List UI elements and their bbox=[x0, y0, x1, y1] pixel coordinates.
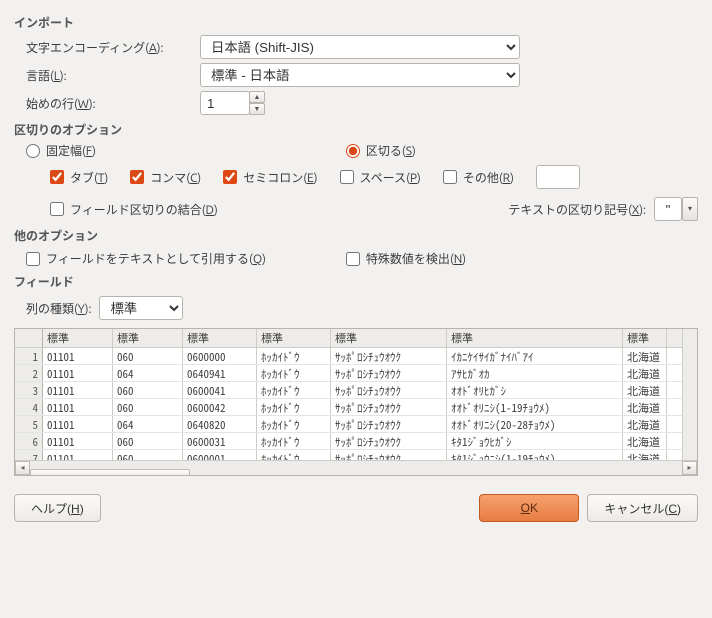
column-header[interactable]: 標準 bbox=[183, 329, 257, 347]
cell[interactable]: 0600000 bbox=[183, 348, 257, 364]
cell[interactable]: ﾎｯｶｲﾄﾞｳ bbox=[257, 399, 331, 415]
column-type-select[interactable]: 標準 bbox=[99, 296, 183, 320]
cell[interactable]: 01101 bbox=[43, 399, 113, 415]
row-number: 6 bbox=[15, 433, 43, 449]
space-checkbox[interactable]: スペース(P) bbox=[340, 169, 421, 186]
cell[interactable]: ﾎｯｶｲﾄﾞｳ bbox=[257, 416, 331, 432]
cell[interactable]: 北海道 bbox=[623, 348, 667, 364]
scroll-left-icon[interactable]: ◂ bbox=[15, 461, 30, 475]
cell[interactable]: 北海道 bbox=[623, 416, 667, 432]
startrow-down[interactable]: ▼ bbox=[249, 103, 265, 115]
merge-delim-checkbox[interactable]: フィールド区切りの結合(D) bbox=[50, 201, 218, 218]
cell[interactable]: ｷﾀ1ｼﾞｮｳﾋｶﾞｼ bbox=[447, 433, 623, 449]
preview-grid[interactable]: 標準標準標準標準標準標準標準 1011010600600000ﾎｯｶｲﾄﾞｳｻｯ… bbox=[14, 328, 698, 476]
help-button[interactable]: ヘルプ(H) bbox=[14, 494, 101, 522]
cell[interactable]: 064 bbox=[113, 416, 183, 432]
table-row[interactable]: 4011010600600042ﾎｯｶｲﾄﾞｳｻｯﾎﾟﾛｼﾁｭｳｵｳｸｵｵﾄﾞｵ… bbox=[15, 399, 697, 416]
row-number: 1 bbox=[15, 348, 43, 364]
table-row[interactable]: 6011010600600031ﾎｯｶｲﾄﾞｳｻｯﾎﾟﾛｼﾁｭｳｵｳｸｷﾀ1ｼﾞ… bbox=[15, 433, 697, 450]
cell[interactable]: ｻｯﾎﾟﾛｼﾁｭｳｵｳｸ bbox=[331, 399, 447, 415]
detect-special-checkbox[interactable]: 特殊数値を検出(N) bbox=[346, 250, 466, 267]
quoted-as-text-checkbox[interactable]: フィールドをテキストとして引用する(Q) bbox=[26, 250, 266, 267]
text-delim-dropdown[interactable]: ▾ bbox=[682, 197, 698, 221]
fixed-width-radio[interactable]: 固定幅(F) bbox=[26, 142, 96, 159]
text-delim-input[interactable] bbox=[654, 197, 682, 221]
cell[interactable]: 060 bbox=[113, 348, 183, 364]
language-select[interactable]: 標準 - 日本語 bbox=[200, 63, 520, 87]
column-header[interactable]: 標準 bbox=[623, 329, 667, 347]
comma-checkbox[interactable]: コンマ(C) bbox=[130, 169, 201, 186]
cell[interactable]: ｵｵﾄﾞｵﾘﾋｶﾞｼ bbox=[447, 382, 623, 398]
cell[interactable]: 060 bbox=[113, 433, 183, 449]
label-textdelim: テキストの区切り記号(X): bbox=[508, 201, 646, 218]
cell[interactable]: ｻｯﾎﾟﾛｼﾁｭｳｵｳｸ bbox=[331, 382, 447, 398]
row-number: 5 bbox=[15, 416, 43, 432]
cell[interactable]: ｱｻﾋｶﾞｵｶ bbox=[447, 365, 623, 381]
cell[interactable]: ｵｵﾄﾞｵﾘﾆｼ(1-19ﾁｮｳﾒ) bbox=[447, 399, 623, 415]
cell[interactable]: 060 bbox=[113, 382, 183, 398]
separated-radio[interactable]: 区切る(S) bbox=[346, 142, 416, 159]
cell[interactable]: ｻｯﾎﾟﾛｼﾁｭｳｵｳｸ bbox=[331, 348, 447, 364]
cell[interactable]: ｻｯﾎﾟﾛｼﾁｭｳｵｳｸ bbox=[331, 365, 447, 381]
scroll-right-icon[interactable]: ▸ bbox=[682, 461, 697, 475]
encoding-select[interactable]: 日本語 (Shift-JIS) bbox=[200, 35, 520, 59]
column-header[interactable]: 標準 bbox=[113, 329, 183, 347]
cell[interactable]: 01101 bbox=[43, 433, 113, 449]
cancel-button[interactable]: キャンセル(C) bbox=[587, 494, 698, 522]
cell[interactable]: 01101 bbox=[43, 416, 113, 432]
section-other: 他のオプション bbox=[14, 227, 698, 244]
column-header[interactable]: 標準 bbox=[447, 329, 623, 347]
section-import: インポート bbox=[14, 14, 698, 31]
label-encoding: 文字エンコーディング(A): bbox=[26, 39, 192, 56]
horizontal-scrollbar[interactable]: ◂ ▸ bbox=[15, 460, 697, 475]
label-startrow: 始めの行(W): bbox=[26, 95, 192, 112]
vertical-scrollbar[interactable] bbox=[682, 329, 697, 460]
startrow-up[interactable]: ▲ bbox=[249, 91, 265, 103]
other-delim-checkbox[interactable]: その他(R) bbox=[443, 169, 514, 186]
cell[interactable]: 北海道 bbox=[623, 382, 667, 398]
scroll-thumb[interactable] bbox=[30, 469, 190, 476]
cell[interactable]: ﾎｯｶｲﾄﾞｳ bbox=[257, 348, 331, 364]
cell[interactable]: 0600031 bbox=[183, 433, 257, 449]
cell[interactable]: ﾎｯｶｲﾄﾞｳ bbox=[257, 365, 331, 381]
cell[interactable]: ﾎｯｶｲﾄﾞｳ bbox=[257, 433, 331, 449]
column-header[interactable]: 標準 bbox=[331, 329, 447, 347]
cell[interactable]: ｲｶﾆｹｲｻｲｶﾞﾅｲﾊﾞｱｲ bbox=[447, 348, 623, 364]
column-header[interactable]: 標準 bbox=[257, 329, 331, 347]
other-delim-input[interactable] bbox=[536, 165, 580, 189]
semicolon-checkbox[interactable]: セミコロン(E) bbox=[223, 169, 317, 186]
cell[interactable]: 0600041 bbox=[183, 382, 257, 398]
table-row[interactable]: 2011010640640941ﾎｯｶｲﾄﾞｳｻｯﾎﾟﾛｼﾁｭｳｵｳｸｱｻﾋｶﾞ… bbox=[15, 365, 697, 382]
row-number: 3 bbox=[15, 382, 43, 398]
cell[interactable]: ｻｯﾎﾟﾛｼﾁｭｳｵｳｸ bbox=[331, 433, 447, 449]
label-language: 言語(L): bbox=[26, 67, 192, 84]
section-fields: フィールド bbox=[14, 273, 698, 290]
cell[interactable]: 064 bbox=[113, 365, 183, 381]
cell[interactable]: 北海道 bbox=[623, 399, 667, 415]
cell[interactable]: 北海道 bbox=[623, 365, 667, 381]
cell[interactable]: ｻｯﾎﾟﾛｼﾁｭｳｵｳｸ bbox=[331, 416, 447, 432]
table-row[interactable]: 5011010640640820ﾎｯｶｲﾄﾞｳｻｯﾎﾟﾛｼﾁｭｳｵｳｸｵｵﾄﾞｵ… bbox=[15, 416, 697, 433]
section-separator: 区切りのオプション bbox=[14, 121, 698, 138]
cell[interactable]: 01101 bbox=[43, 365, 113, 381]
row-header-corner bbox=[15, 329, 43, 347]
cell[interactable]: 0600042 bbox=[183, 399, 257, 415]
ok-button[interactable]: OK bbox=[479, 494, 579, 522]
cell[interactable]: 0640820 bbox=[183, 416, 257, 432]
cell[interactable]: 0640941 bbox=[183, 365, 257, 381]
cell[interactable]: 01101 bbox=[43, 382, 113, 398]
label-coltype: 列の種類(Y): bbox=[26, 300, 91, 317]
table-row[interactable]: 1011010600600000ﾎｯｶｲﾄﾞｳｻｯﾎﾟﾛｼﾁｭｳｵｳｸｲｶﾆｹｲ… bbox=[15, 348, 697, 365]
startrow-input[interactable] bbox=[200, 91, 250, 115]
cell[interactable]: 北海道 bbox=[623, 433, 667, 449]
cell[interactable]: ﾎｯｶｲﾄﾞｳ bbox=[257, 382, 331, 398]
cell[interactable]: 01101 bbox=[43, 348, 113, 364]
row-number: 4 bbox=[15, 399, 43, 415]
row-number: 2 bbox=[15, 365, 43, 381]
tab-checkbox[interactable]: タブ(T) bbox=[50, 169, 108, 186]
table-row[interactable]: 3011010600600041ﾎｯｶｲﾄﾞｳｻｯﾎﾟﾛｼﾁｭｳｵｳｸｵｵﾄﾞｵ… bbox=[15, 382, 697, 399]
cell[interactable]: 060 bbox=[113, 399, 183, 415]
cell[interactable]: ｵｵﾄﾞｵﾘﾆｼ(20-28ﾁｮｳﾒ) bbox=[447, 416, 623, 432]
column-header[interactable]: 標準 bbox=[43, 329, 113, 347]
